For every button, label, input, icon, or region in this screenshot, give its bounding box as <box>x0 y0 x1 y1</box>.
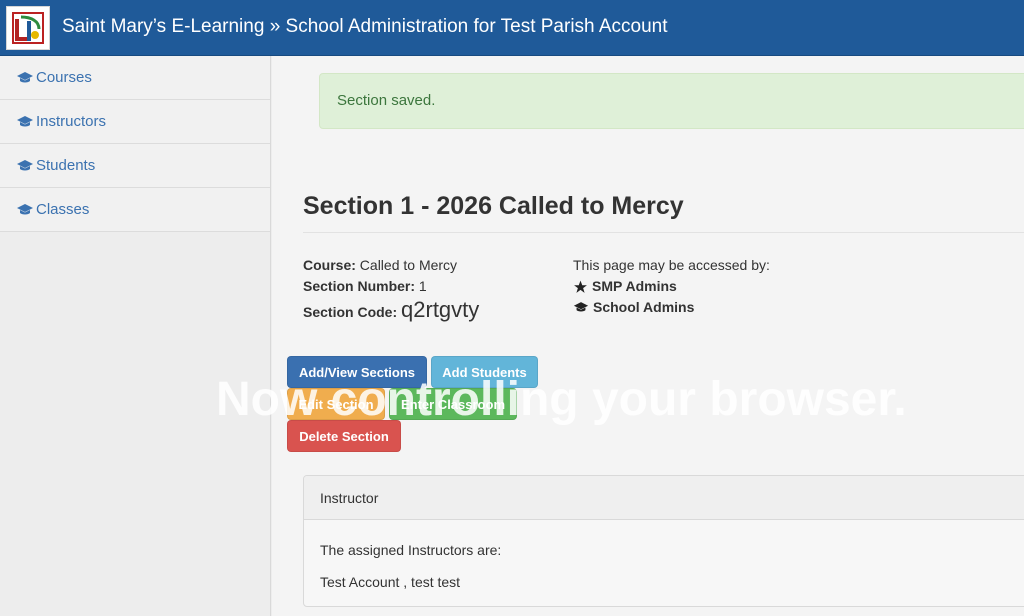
divider <box>303 232 1024 233</box>
instructor-panel-heading: Instructor <box>304 476 1024 520</box>
site-title[interactable]: Saint Mary’s E-Learning » School Adminis… <box>62 14 668 40</box>
access-role-label: School Admins <box>593 299 695 315</box>
add-students-button[interactable]: Add Students <box>431 356 538 388</box>
sidebar-item-label: Courses <box>36 69 92 86</box>
saint-marys-logo-icon <box>12 12 44 44</box>
section-number-label: Section Number: <box>303 278 416 294</box>
instructor-panel-body: The assigned Instructors are: Test Accou… <box>304 520 1024 592</box>
top-navbar: Saint Mary’s E-Learning » School Adminis… <box>0 0 1024 56</box>
section-code-row: Section Code: q2rtgvty <box>303 299 479 323</box>
sidebar-item-students[interactable]: Students <box>0 144 270 188</box>
sidebar: Courses Instructors Students Classes <box>0 56 271 616</box>
sidebar-item-label: Instructors <box>36 113 107 130</box>
sidebar-item-classes[interactable]: Classes <box>0 188 270 232</box>
add-view-sections-button[interactable]: Add/View Sections <box>287 356 427 388</box>
sidebar-item-courses[interactable]: Courses <box>0 56 270 100</box>
sidebar-item-instructors[interactable]: Instructors <box>0 100 270 144</box>
alert-text: Section saved. <box>337 92 436 109</box>
access-list: This page may be accessed by: SMP Admins… <box>573 255 770 318</box>
section-number-value: 1 <box>418 278 427 294</box>
page-title: Section 1 - 2026 Called to Mercy <box>303 192 684 220</box>
graduation-cap-icon <box>573 302 589 312</box>
section-code-value: q2rtgvty <box>401 297 480 322</box>
access-role-smp-admins: SMP Admins <box>573 276 770 297</box>
sidebar-item-label: Students <box>36 157 96 174</box>
instructor-intro: The assigned Instructors are: <box>320 542 502 558</box>
enter-classroom-button[interactable]: Enter Classroom <box>389 388 517 420</box>
graduation-cap-icon <box>17 71 33 82</box>
instructor-panel: Instructor The assigned Instructors are:… <box>303 475 1024 607</box>
section-code-label: Section Code: <box>303 304 398 320</box>
section-number-row: Section Number: 1 <box>303 276 479 297</box>
delete-section-button[interactable]: Delete Section <box>287 420 401 452</box>
graduation-cap-icon <box>17 203 33 214</box>
graduation-cap-icon <box>17 115 33 126</box>
course-label: Course: <box>303 257 356 273</box>
access-role-school-admins: School Admins <box>573 297 770 318</box>
section-details: Course: Called to Mercy Section Number: … <box>303 255 479 323</box>
access-role-label: SMP Admins <box>592 278 677 294</box>
instructor-names: Test Account , test test <box>320 574 461 590</box>
site-logo[interactable] <box>6 6 50 50</box>
edit-section-button[interactable]: Edit Section <box>287 388 385 420</box>
course-row: Course: Called to Mercy <box>303 255 479 276</box>
sidebar-item-label: Classes <box>36 201 90 218</box>
success-alert: Section saved. <box>319 73 1024 129</box>
course-value: Called to Mercy <box>359 257 458 273</box>
access-heading: This page may be accessed by: <box>573 257 770 273</box>
star-icon <box>574 280 587 293</box>
graduation-cap-icon <box>17 159 33 170</box>
main-content: Section saved. Section 1 - 2026 Called t… <box>272 56 1024 616</box>
